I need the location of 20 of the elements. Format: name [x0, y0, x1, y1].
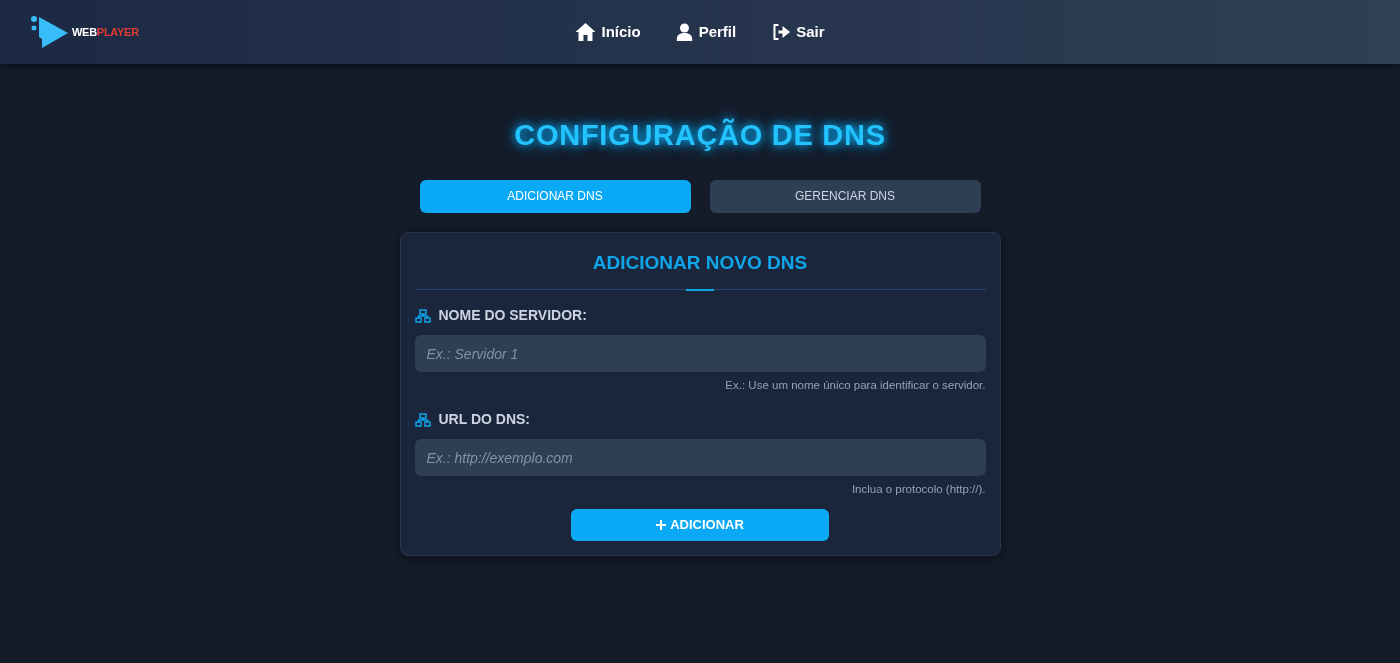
- field-label: NOME DO SERVIDOR:: [438, 306, 587, 325]
- plus-icon: [656, 519, 667, 530]
- home-icon: [575, 23, 596, 41]
- page-title: CONFIGURAÇÃO DE DNS: [514, 117, 886, 153]
- network-icon: [414, 308, 431, 323]
- nav-link[interactable]: Sair: [772, 20, 825, 44]
- tab[interactable]: GERENCIAR DNS: [709, 179, 981, 213]
- user-icon: [676, 23, 693, 41]
- card-title: ADICIONAR NOVO DNS: [591, 250, 809, 275]
- input-field[interactable]: Ex.: http://exemplo.com: [414, 439, 986, 477]
- logout-icon: [772, 24, 791, 40]
- network-icon: [414, 412, 431, 427]
- field-label: URL DO DNS:: [438, 410, 531, 430]
- input-field[interactable]: Ex.: Servidor 1: [414, 335, 986, 372]
- logo-text: WEBPLAYER: [72, 24, 139, 40]
- field-hint: Ex.: Use um nome único para identificar o servidor.: [725, 378, 986, 393]
- logo-icon: [30, 15, 70, 49]
- nav-link[interactable]: Perfil: [676, 20, 737, 44]
- field-hint: Inclua o protocolo (http://).: [851, 482, 986, 498]
- nav-link[interactable]: Início: [575, 20, 641, 44]
